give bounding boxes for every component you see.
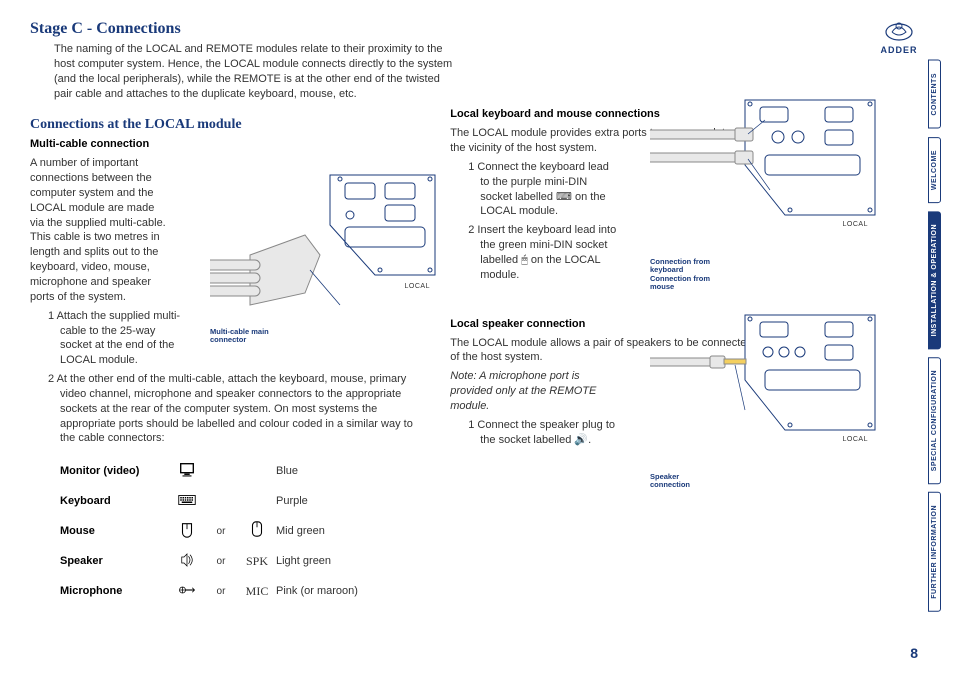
intro-text: The naming of the LOCAL and REMOTE modul… (54, 42, 454, 101)
label-mouse-conn: Connection from mouse (650, 275, 710, 292)
label-local: LOCAL (843, 436, 868, 443)
connector-table: Monitor (video) Blue Keyboard Purple (60, 456, 430, 606)
tab-welcome[interactable]: WELCOME (928, 137, 941, 203)
adder-logo: ADDER (874, 18, 924, 55)
label-local: LOCAL (405, 283, 430, 290)
tab-further-info[interactable]: FURTHER INFORMATION (928, 492, 941, 612)
nav-tabs: CONTENTS WELCOME INSTALLATION & OPERATIO… (928, 60, 950, 620)
diagram-multi-cable: LOCAL Multi-cable main connector (210, 165, 440, 325)
diagram-kb-mouse: LOCAL Connection from keyboard Connectio… (650, 95, 880, 255)
step-1: 1 Attach the supplied multi-cable to the… (48, 309, 188, 368)
speaker-icon (170, 551, 204, 572)
monitor-icon (170, 461, 204, 482)
tab-installation[interactable]: INSTALLATION & OPERATION (928, 211, 941, 349)
mouse-icon (170, 521, 204, 542)
tab-contents[interactable]: CONTENTS (928, 60, 941, 129)
table-row: Monitor (video) Blue (60, 456, 430, 486)
label-kb-conn: Connection from keyboard (650, 258, 710, 275)
keyboard-icon (170, 491, 204, 512)
km-step-1: 1 Connect the keyboard lead to the purpl… (468, 160, 618, 219)
km-step-2: 2 Insert the keyboard lead into the gree… (468, 223, 618, 282)
table-row: Keyboard Purple (60, 486, 430, 516)
table-row: Mouse or Mid green (60, 516, 430, 546)
microphone-icon (170, 581, 204, 602)
table-row: Microphone or MIC Pink (or maroon) (60, 576, 430, 606)
logo-text: ADDER (874, 45, 924, 55)
stage-heading: Stage C - Connections (30, 20, 870, 38)
label-local: LOCAL (843, 221, 868, 228)
tab-special-config[interactable]: SPECIAL CONFIGURATION (928, 357, 941, 484)
table-row: Speaker or SPK Light green (60, 546, 430, 576)
sp-step-1: 1 Connect the speaker plug to the socket… (468, 418, 618, 448)
label-spk-conn: Speaker connection (650, 473, 710, 490)
mouse-alt-icon (238, 520, 276, 542)
multi-cable-body: A number of important connections betwee… (30, 156, 170, 304)
speaker-note: Note: A microphone port is provided only… (450, 369, 610, 414)
step-2: 2 At the other end of the multi-cable, a… (48, 372, 430, 446)
multi-cable-title: Multi-cable connection (30, 137, 430, 152)
label-multi-cable: Multi-cable main connector (210, 328, 290, 345)
diagram-speaker: LOCAL Speaker connection (650, 310, 880, 470)
connections-subheading: Connections at the LOCAL module (30, 117, 430, 133)
page-number: 8 (910, 645, 918, 661)
